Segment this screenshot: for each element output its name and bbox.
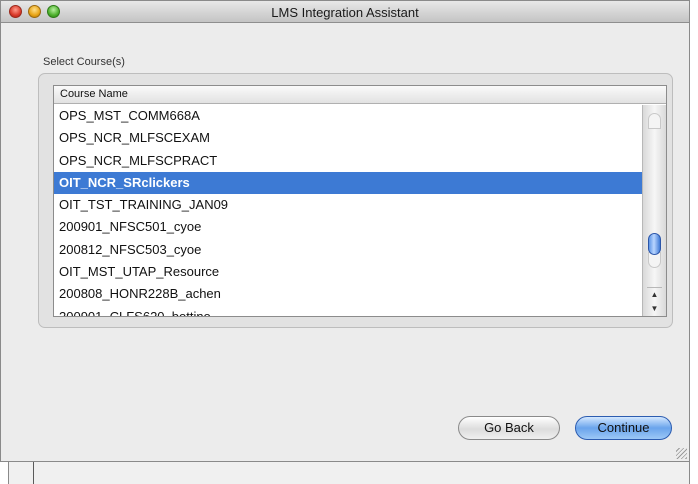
scroll-up-arrow-icon[interactable]: ▲ xyxy=(647,287,662,301)
course-row[interactable]: 200808_HONR228B_achen xyxy=(54,283,642,305)
course-row[interactable]: 200901_CLFS620_bottino xyxy=(54,306,642,316)
course-row[interactable]: OPS_NCR_MLFSCPRACT xyxy=(54,150,642,172)
select-courses-label: Select Course(s) xyxy=(43,56,125,68)
continue-button[interactable]: Continue xyxy=(575,416,672,440)
course-row[interactable]: 200901_NFSC501_cyoe xyxy=(54,216,642,238)
course-list: OPS_MST_COMM668A OPS_NCR_MLFSCEXAM OPS_NCR… xyxy=(54,105,642,316)
course-row[interactable]: OPS_MST_COMM668A xyxy=(54,105,642,127)
go-back-button[interactable]: Go Back xyxy=(458,416,560,440)
course-row[interactable]: OPS_NCR_MLFSCEXAM xyxy=(54,127,642,149)
course-row[interactable]: OIT_TST_TRAINING_JAN09 xyxy=(54,194,642,216)
app-window: LMS Integration Assistant Select Course(… xyxy=(0,0,690,462)
course-row[interactable]: 200812_NFSC503_cyoe xyxy=(54,239,642,261)
course-table[interactable]: Course Name OPS_MST_COMM668A OPS_NCR_MLFS… xyxy=(53,85,667,317)
scroll-thumb[interactable] xyxy=(648,233,661,255)
course-row[interactable]: OIT_NCR_SRclickers xyxy=(54,171,642,195)
scroll-track-top xyxy=(648,113,661,129)
vertical-scrollbar[interactable]: ▲ ▼ xyxy=(642,105,666,316)
scroll-down-arrow-icon[interactable]: ▼ xyxy=(647,302,662,316)
resize-grip-icon[interactable] xyxy=(676,448,687,459)
window-title: LMS Integration Assistant xyxy=(271,5,419,20)
background-divider xyxy=(33,462,34,484)
title-bar[interactable]: LMS Integration Assistant xyxy=(1,1,689,23)
column-header-course-name[interactable]: Course Name xyxy=(54,86,666,104)
background-window-edge xyxy=(8,462,690,484)
course-row[interactable]: OIT_MST_UTAP_Resource xyxy=(54,261,642,283)
